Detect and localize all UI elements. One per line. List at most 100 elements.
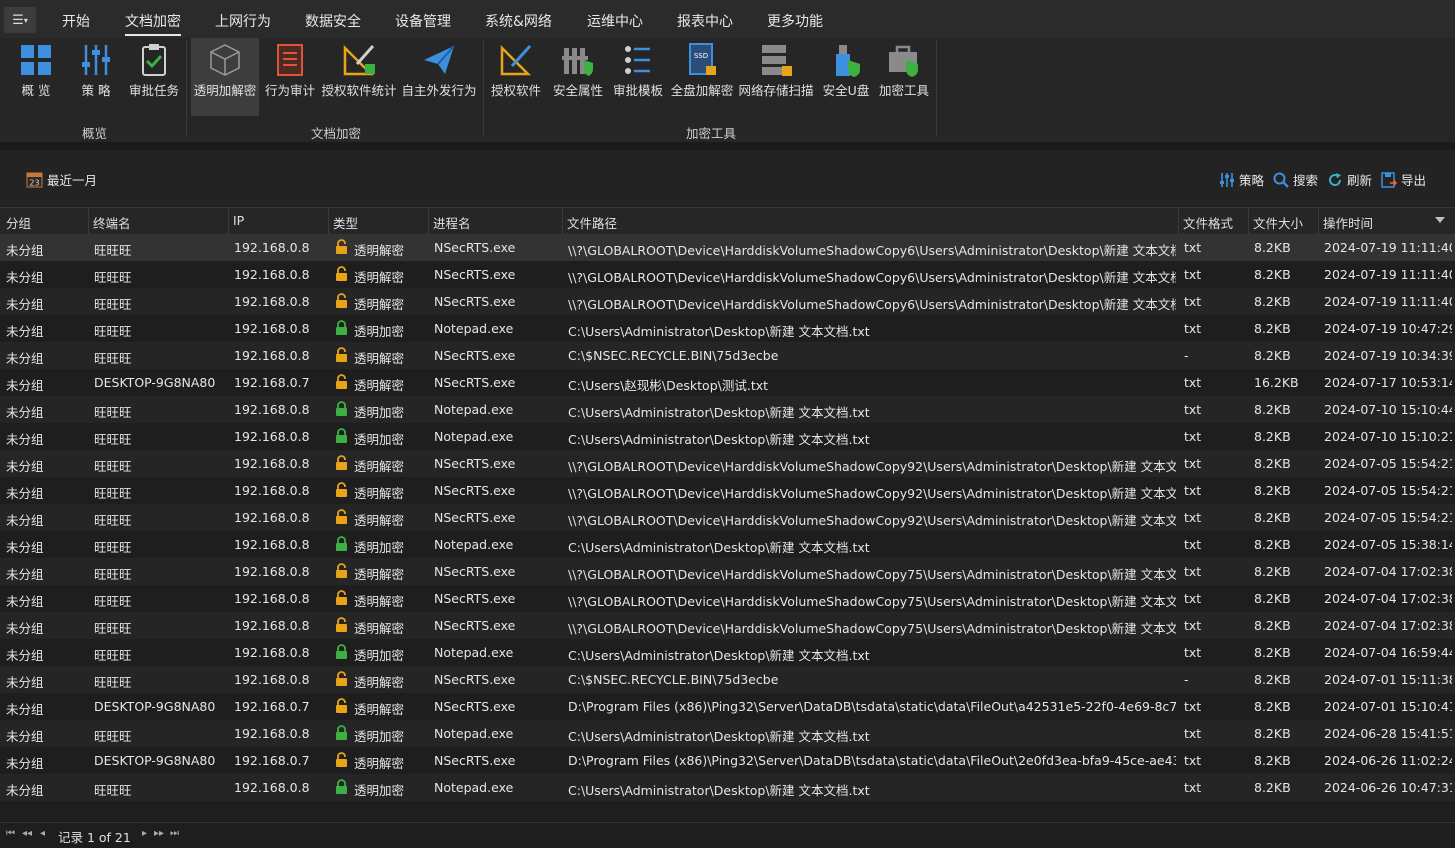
- table-row[interactable]: 未分组 旺旺旺 192.168.0.8 Notepad.exe C:\Users\Adm…: [0, 720, 1455, 747]
- cell-ip: 192.168.0.8: [234, 537, 310, 552]
- table-row[interactable]: 未分组 旺旺旺 192.168.0.8 NSecRTS.exe C:\$NSEC.REC…: [0, 666, 1455, 693]
- svg-text:SSD: SSD: [694, 52, 708, 60]
- menu-tab[interactable]: 更多功能: [767, 11, 823, 31]
- first-page-icon[interactable]: ⏮: [6, 828, 15, 839]
- ribbon-button[interactable]: 安全属性: [550, 38, 606, 116]
- next-page-icon[interactable]: ▸: [142, 828, 147, 839]
- ribbon-button[interactable]: 审批模板: [610, 38, 666, 116]
- table-row[interactable]: 未分组 旺旺旺 192.168.0.8 Notepad.exe C:\Users\Adm…: [0, 639, 1455, 666]
- ribbon-button[interactable]: 授权软件: [488, 38, 544, 116]
- ribbon-button[interactable]: 加密工具: [876, 38, 932, 116]
- table-row[interactable]: 未分组 旺旺旺 192.168.0.8 NSecRTS.exe \\?\GLOBALRO…: [0, 612, 1455, 639]
- last-page-icon[interactable]: ⏭: [170, 828, 179, 839]
- col-format[interactable]: 文件格式: [1183, 213, 1233, 232]
- menu-tab[interactable]: 系统&网络: [485, 11, 552, 31]
- ribbon-button[interactable]: 审批任务: [126, 38, 182, 116]
- column-divider[interactable]: [1318, 208, 1319, 234]
- col-terminal[interactable]: 终端名: [93, 213, 131, 232]
- menu-tab[interactable]: 上网行为: [215, 11, 271, 31]
- ribbon-button[interactable]: 概 览: [12, 38, 60, 116]
- column-divider[interactable]: [1248, 208, 1249, 234]
- col-type[interactable]: 类型: [333, 213, 358, 232]
- table-row[interactable]: 未分组 旺旺旺 192.168.0.8 NSecRTS.exe \\?\GLOBALRO…: [0, 261, 1455, 288]
- ribbon-button[interactable]: 自主外发行为: [400, 38, 478, 116]
- policy-button[interactable]: 策略: [1219, 170, 1264, 189]
- cell-format: txt: [1184, 321, 1202, 336]
- ribbon-button-label: 概 览: [21, 83, 51, 98]
- menu-tab[interactable]: 数据安全: [305, 11, 361, 31]
- ribbon-button[interactable]: 授权软件统计: [320, 38, 398, 116]
- table-row[interactable]: 未分组 旺旺旺 192.168.0.8 NSecRTS.exe \\?\GLOBALRO…: [0, 450, 1455, 477]
- col-time[interactable]: 操作时间: [1323, 213, 1373, 232]
- date-range-button[interactable]: 23 最近一月: [26, 170, 97, 189]
- cell-format: txt: [1184, 780, 1202, 795]
- export-button[interactable]: 导出: [1381, 170, 1426, 189]
- col-group[interactable]: 分组: [6, 213, 31, 232]
- cell-type: 透明解密: [354, 675, 405, 690]
- menu-tab[interactable]: 设备管理: [395, 11, 451, 31]
- table-row[interactable]: 未分组 旺旺旺 192.168.0.8 Notepad.exe C:\Users\Adm…: [0, 396, 1455, 423]
- table-row[interactable]: 未分组 旺旺旺 192.168.0.8 Notepad.exe C:\Users\Adm…: [0, 315, 1455, 342]
- table-row[interactable]: 未分组 旺旺旺 192.168.0.8 NSecRTS.exe \\?\GLOBALRO…: [0, 234, 1455, 261]
- table-row[interactable]: 未分组 旺旺旺 192.168.0.8 NSecRTS.exe \\?\GLOBALRO…: [0, 477, 1455, 504]
- cell-size: 8.2KB: [1254, 564, 1291, 579]
- col-ip[interactable]: IP: [233, 213, 244, 228]
- column-divider[interactable]: [1178, 208, 1179, 234]
- prev-block-icon[interactable]: ◂◂: [22, 828, 32, 839]
- cell-type: 透明解密: [354, 513, 405, 528]
- cell-path: C:\Users\Administrator\Desktop\新建 文本文档.t…: [568, 324, 870, 339]
- ribbon-button[interactable]: 网络存储扫描: [737, 38, 815, 116]
- cell-group: 未分组: [6, 621, 44, 636]
- cell-format: txt: [1184, 591, 1202, 606]
- col-path[interactable]: 文件路径: [567, 213, 617, 232]
- sort-desc-icon[interactable]: [1435, 217, 1445, 223]
- table-row[interactable]: 未分组 旺旺旺 192.168.0.8 NSecRTS.exe \\?\GLOBALRO…: [0, 558, 1455, 585]
- ribbon-button[interactable]: 透明加解密: [191, 38, 259, 116]
- search-button[interactable]: 搜索: [1273, 170, 1318, 189]
- table-row[interactable]: 未分组 旺旺旺 192.168.0.8 Notepad.exe C:\Users\Adm…: [0, 423, 1455, 450]
- ribbon-button[interactable]: 安全U盘: [818, 38, 874, 116]
- table-row[interactable]: 未分组 旺旺旺 192.168.0.8 NSecRTS.exe C:\$NSEC.REC…: [0, 342, 1455, 369]
- software-stats-icon: [343, 44, 375, 76]
- lock-open-icon: [336, 590, 347, 605]
- menu-tab[interactable]: 开始: [62, 11, 90, 31]
- table-row[interactable]: 未分组 DESKTOP-9G8NA80 192.168.0.7 NSecRTS.exe…: [0, 693, 1455, 720]
- table-row[interactable]: 未分组 旺旺旺 192.168.0.8 NSecRTS.exe \\?\GLOBALRO…: [0, 585, 1455, 612]
- table-row[interactable]: 未分组 旺旺旺 192.168.0.8 Notepad.exe C:\Users\Adm…: [0, 774, 1455, 801]
- cell-size: 8.2KB: [1254, 483, 1291, 498]
- filter-bar: 23 最近一月 策略 搜索 刷新 导出: [0, 150, 1455, 206]
- ribbon-button[interactable]: SSD 全盘加解密: [669, 38, 735, 116]
- menu-tab[interactable]: 文档加密: [125, 11, 181, 36]
- table-row[interactable]: 未分组 旺旺旺 192.168.0.8 NSecRTS.exe \\?\GLOBALRO…: [0, 504, 1455, 531]
- column-divider[interactable]: [328, 208, 329, 234]
- prev-page-icon[interactable]: ◂: [40, 828, 45, 839]
- ribbon-button-label: 行为审计: [264, 83, 315, 98]
- cell-group: 未分组: [6, 459, 44, 474]
- refresh-button[interactable]: 刷新: [1327, 170, 1372, 189]
- cell-terminal: 旺旺旺: [94, 513, 132, 528]
- cell-ip: 192.168.0.8: [234, 564, 310, 579]
- column-divider[interactable]: [562, 208, 563, 234]
- cell-terminal: 旺旺旺: [94, 243, 132, 258]
- column-divider[interactable]: [428, 208, 429, 234]
- table-row[interactable]: 未分组 旺旺旺 192.168.0.8 NSecRTS.exe \\?\GLOBALRO…: [0, 288, 1455, 315]
- menu-tab[interactable]: 运维中心: [587, 11, 643, 31]
- table-row[interactable]: 未分组 DESKTOP-9G8NA80 192.168.0.7 NSecRTS.exe…: [0, 747, 1455, 774]
- next-block-icon[interactable]: ▸▸: [154, 828, 164, 839]
- column-divider[interactable]: [88, 208, 89, 234]
- ribbon-button[interactable]: 行为审计: [262, 38, 318, 116]
- cell-process: Notepad.exe: [434, 726, 514, 741]
- cell-process: NSecRTS.exe: [434, 348, 516, 363]
- col-process[interactable]: 进程名: [433, 213, 471, 232]
- approval-template-icon: [625, 46, 650, 74]
- table-row[interactable]: 未分组 旺旺旺 192.168.0.8 Notepad.exe C:\Users\Adm…: [0, 531, 1455, 558]
- ribbon-button[interactable]: 策 略: [70, 38, 122, 116]
- menu-tab[interactable]: 报表中心: [677, 11, 733, 31]
- app-menu-button[interactable]: ☰ ▾: [4, 7, 36, 33]
- cell-process: Notepad.exe: [434, 321, 514, 336]
- policy-label: 策略: [1239, 173, 1265, 188]
- table-row[interactable]: 未分组 DESKTOP-9G8NA80 192.168.0.7 NSecRTS.exe…: [0, 369, 1455, 396]
- cell-group: 未分组: [6, 243, 44, 258]
- col-size[interactable]: 文件大小: [1253, 213, 1303, 232]
- column-divider[interactable]: [228, 208, 229, 234]
